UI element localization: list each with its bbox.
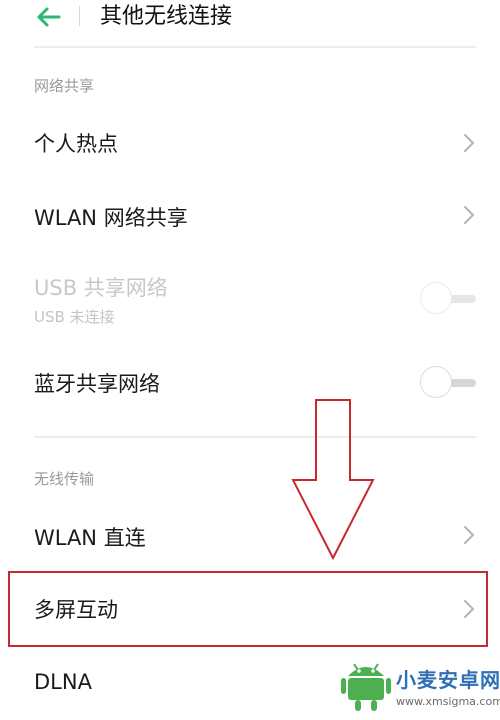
list-item-wlan-direct[interactable]: WLAN 直连 — [0, 502, 500, 568]
list-item-personal-hotspot[interactable]: 个人热点 — [0, 108, 500, 178]
app-header: 其他无线连接 — [0, 0, 500, 46]
list-item-label: WLAN 网络共享 — [34, 206, 188, 230]
list-item-sublabel: USB 未连接 — [34, 308, 115, 326]
list-item-usb-sharing: USB 共享网络 USB 未连接 — [0, 262, 500, 338]
list-item-label: WLAN 直连 — [34, 526, 146, 550]
usb-sharing-toggle — [420, 282, 476, 316]
header-bottom-divider — [34, 46, 476, 48]
back-button[interactable] — [34, 4, 64, 30]
chevron-right-icon — [464, 134, 474, 152]
watermark-name: 小麦安卓网 — [396, 668, 500, 692]
chevron-right-icon — [464, 526, 474, 544]
down-arrow-outline-icon — [291, 399, 375, 561]
section-divider — [34, 436, 476, 438]
list-item-wlan-sharing[interactable]: WLAN 网络共享 — [0, 180, 500, 250]
android-robot-logo-icon — [341, 663, 391, 711]
header-divider — [79, 6, 80, 26]
arrow-left-icon — [37, 7, 61, 27]
highlight-box — [8, 571, 488, 647]
chevron-right-icon — [464, 206, 474, 224]
list-item-label: DLNA — [34, 670, 92, 694]
toggle-knob — [420, 366, 452, 398]
section-label-network-sharing: 网络共享 — [34, 77, 95, 95]
list-item-label: 蓝牙共享网络 — [34, 372, 160, 396]
list-item-label: USB 共享网络 — [34, 276, 168, 300]
watermark: 小麦安卓网 www.xmsigma.com — [330, 650, 500, 720]
list-item-bluetooth-sharing[interactable]: 蓝牙共享网络 — [0, 348, 500, 418]
bluetooth-sharing-toggle[interactable] — [420, 366, 476, 400]
page-title: 其他无线连接 — [100, 4, 233, 29]
watermark-url: www.xmsigma.com — [396, 695, 500, 708]
section-label-wireless-transfer: 无线传输 — [34, 470, 95, 488]
toggle-knob — [420, 282, 452, 314]
list-item-label: 个人热点 — [34, 132, 118, 156]
